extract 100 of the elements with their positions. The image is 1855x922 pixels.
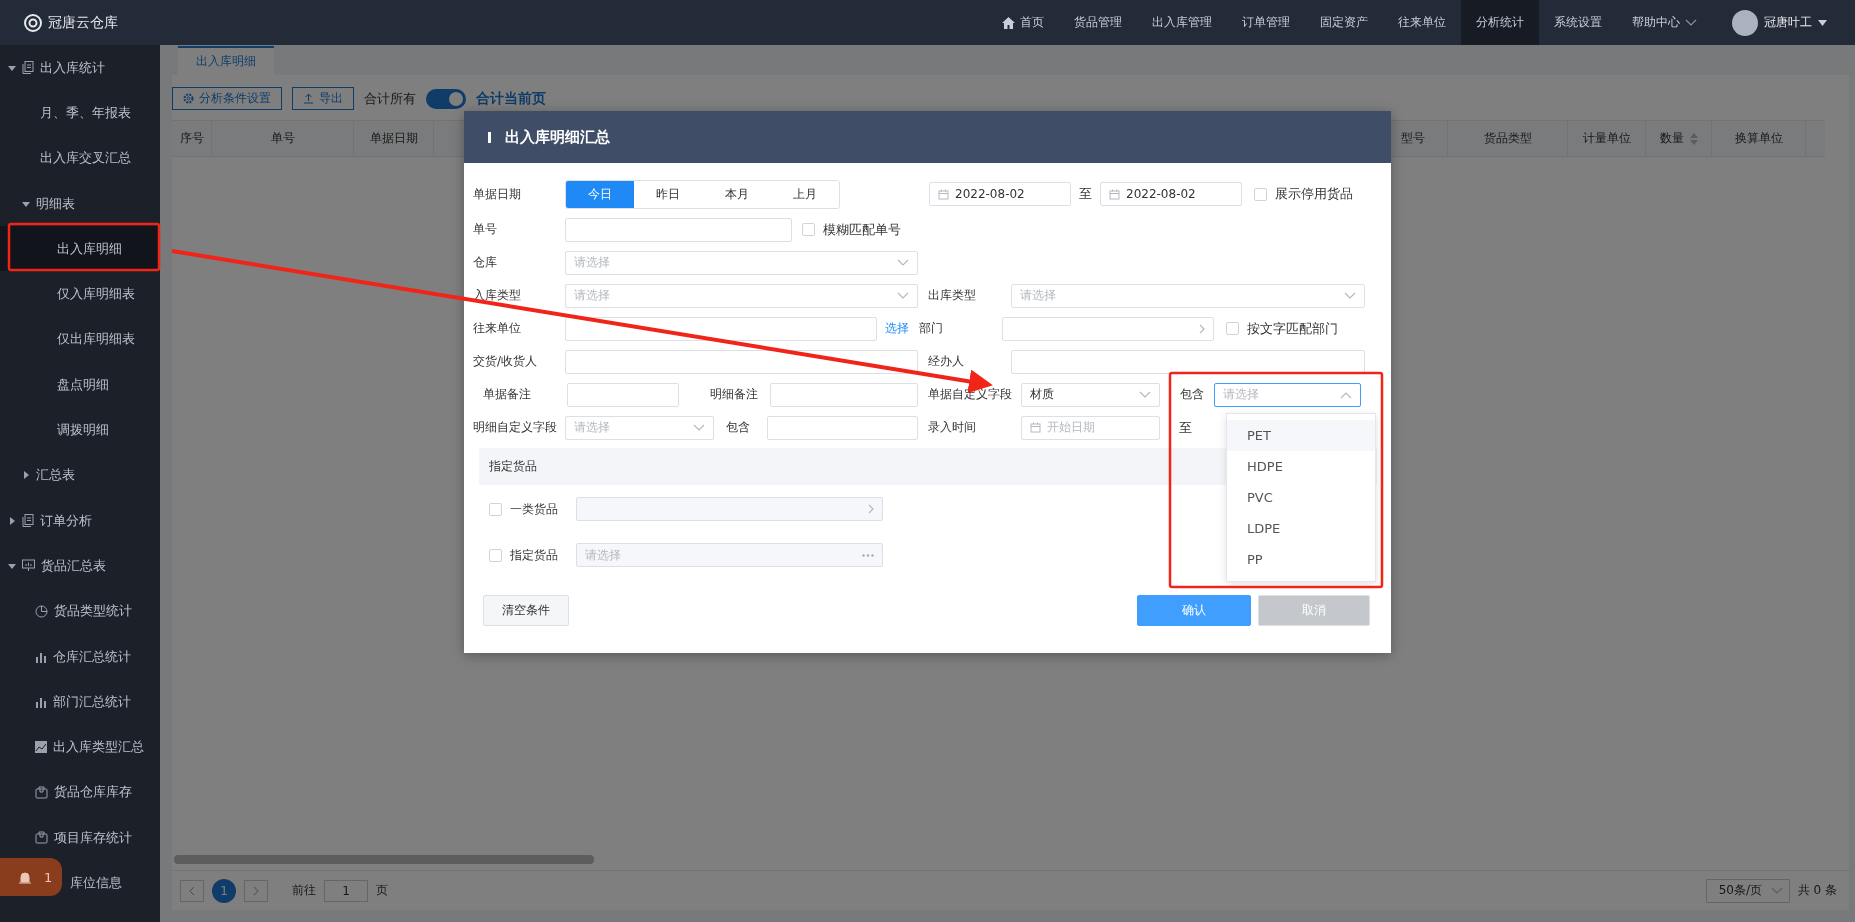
checkbox-label: 按文字匹配部门 xyxy=(1247,319,1338,338)
sidebar-item[interactable]: 订单分析 xyxy=(0,497,160,544)
cascader-field[interactable] xyxy=(576,497,883,521)
sidebar-item[interactable]: 货品汇总表 xyxy=(0,543,160,589)
nav-item[interactable]: 出入库管理 xyxy=(1137,0,1227,45)
nav-item[interactable]: 首页 xyxy=(987,0,1059,45)
page-input[interactable]: 1 xyxy=(324,879,368,902)
input-field[interactable] xyxy=(565,349,918,374)
chevron-left-icon xyxy=(189,885,195,896)
input-field[interactable] xyxy=(565,217,792,242)
date-field[interactable]: 2022-08-02 xyxy=(929,182,1071,206)
sidebar-item[interactable]: 出入库统计 xyxy=(0,45,160,91)
input-field[interactable] xyxy=(565,316,877,341)
nav-item[interactable]: 固定资产 xyxy=(1305,0,1383,45)
sort-icon[interactable] xyxy=(1689,132,1698,145)
dropdown-option[interactable]: PVC xyxy=(1227,482,1375,513)
sidebar-item[interactable]: 明细表 xyxy=(0,180,160,227)
checkbox[interactable] xyxy=(1254,187,1267,201)
sidebar-item[interactable]: 汇总表 xyxy=(0,452,160,498)
range-separator: 至 xyxy=(1179,418,1192,437)
column-header: 序号 xyxy=(172,121,212,156)
cascader-field[interactable] xyxy=(1002,316,1214,341)
field-label: 明细备注 xyxy=(709,386,759,403)
checkbox-label: 展示停用货品 xyxy=(1275,185,1353,203)
area-chart-icon xyxy=(35,741,47,754)
home-icon xyxy=(1002,16,1015,29)
calendar-icon xyxy=(938,188,949,200)
alarm-icon xyxy=(18,870,32,884)
field-label: 出库类型 xyxy=(927,287,977,304)
box-icon xyxy=(35,785,48,799)
clear-button[interactable]: 清空条件 xyxy=(483,594,569,626)
dropdown-option[interactable]: PET xyxy=(1227,420,1375,451)
input-field[interactable] xyxy=(1011,349,1365,374)
nav-item[interactable]: 货品管理 xyxy=(1059,0,1137,45)
sidebar-item[interactable]: 仓库汇总统计 xyxy=(0,633,160,680)
sidebar-item[interactable]: 盘点明细 xyxy=(0,362,160,408)
alert-toast[interactable]: 1 xyxy=(0,858,62,896)
input-field[interactable] xyxy=(767,415,918,440)
title-bar-icon xyxy=(488,131,491,143)
checkbox[interactable] xyxy=(489,548,502,562)
more-icon xyxy=(862,553,874,557)
caret-right-icon xyxy=(22,471,30,480)
nav-item[interactable]: 订单管理 xyxy=(1227,0,1305,45)
goto-label: 前往 xyxy=(292,882,316,899)
next-page-button[interactable] xyxy=(244,879,268,902)
sidebar-item[interactable]: 出入库交叉汇总 xyxy=(0,135,160,181)
field-label: 包含 xyxy=(1180,386,1205,403)
input-field[interactable] xyxy=(770,382,918,407)
checkbox-label: 模糊匹配单号 xyxy=(823,220,901,239)
checkbox[interactable] xyxy=(1226,322,1239,335)
page-suffix: 页 xyxy=(376,882,388,899)
total-all-label: 合计所有 xyxy=(364,89,416,108)
sidebar-item[interactable]: 出入库类型汇总 xyxy=(0,724,160,770)
field-label: 往来单位 xyxy=(473,320,522,337)
calendar-icon xyxy=(1109,188,1120,200)
dropdown-option[interactable]: HDPE xyxy=(1227,451,1375,482)
chevron-right-icon xyxy=(868,504,874,514)
field-label: 交货/收货人 xyxy=(473,353,539,370)
sidebar-item[interactable]: 调拨明细 xyxy=(0,407,160,453)
nav-item[interactable]: 帮助中心 xyxy=(1617,0,1712,45)
page-size-select[interactable]: 50条/页 xyxy=(1705,878,1790,903)
sidebar-item[interactable]: 出入库明细 xyxy=(0,226,160,272)
caret-down-icon xyxy=(22,199,30,208)
checkbox-label: 一类货品 xyxy=(510,500,559,518)
sidebar-item[interactable]: 仅出库明细表 xyxy=(0,316,160,363)
checkbox[interactable] xyxy=(802,223,815,236)
nav-item[interactable]: 分析统计 xyxy=(1461,0,1539,45)
checkbox-label: 指定货品 xyxy=(510,546,559,564)
pie-chart-icon xyxy=(35,604,48,618)
bar-chart-icon xyxy=(35,650,47,663)
chevron-right-icon xyxy=(1199,323,1205,334)
scrollbar[interactable] xyxy=(174,855,594,864)
select-link[interactable]: 选择 xyxy=(885,320,909,337)
app-logo-text: 冠唐云仓库 xyxy=(48,13,118,32)
avatar xyxy=(1732,9,1758,36)
prev-page-button[interactable] xyxy=(180,879,204,902)
checkbox[interactable] xyxy=(489,502,502,516)
dropdown-option[interactable]: PP xyxy=(1227,544,1375,575)
chevron-right-icon xyxy=(253,885,259,896)
chevron-down-icon xyxy=(1344,291,1356,300)
sidebar-item[interactable]: 货品仓库库存 xyxy=(0,769,160,816)
field-label: 录入时间 xyxy=(927,419,977,436)
sidebar-item[interactable]: 货品类型统计 xyxy=(0,588,160,634)
sidebar-item[interactable]: 项目库存统计 xyxy=(0,815,160,861)
column-header: 货品类型 xyxy=(1448,121,1568,156)
nav-item[interactable]: 往来单位 xyxy=(1383,0,1461,45)
input-field[interactable] xyxy=(567,382,679,407)
sidebar-item[interactable]: 月、季、年报表 xyxy=(0,90,160,136)
sidebar-item[interactable]: 仅入库明细表 xyxy=(0,271,160,317)
date-field[interactable]: 2022-08-02 xyxy=(1100,182,1242,206)
toggle-switch[interactable] xyxy=(426,88,466,109)
select-field[interactable]: 材质 xyxy=(1021,382,1160,407)
field-label: 单号 xyxy=(473,221,498,238)
sidebar-item[interactable]: 部门汇总统计 xyxy=(0,679,160,725)
dropdown-option[interactable]: LDPE xyxy=(1227,513,1375,544)
nav-item[interactable]: 系统设置 xyxy=(1539,0,1617,45)
field-label: 单据日期 xyxy=(473,185,522,203)
box-icon xyxy=(35,831,48,845)
caret-down-icon xyxy=(8,63,16,72)
user-menu[interactable]: 冠唐叶工 xyxy=(1712,9,1855,36)
